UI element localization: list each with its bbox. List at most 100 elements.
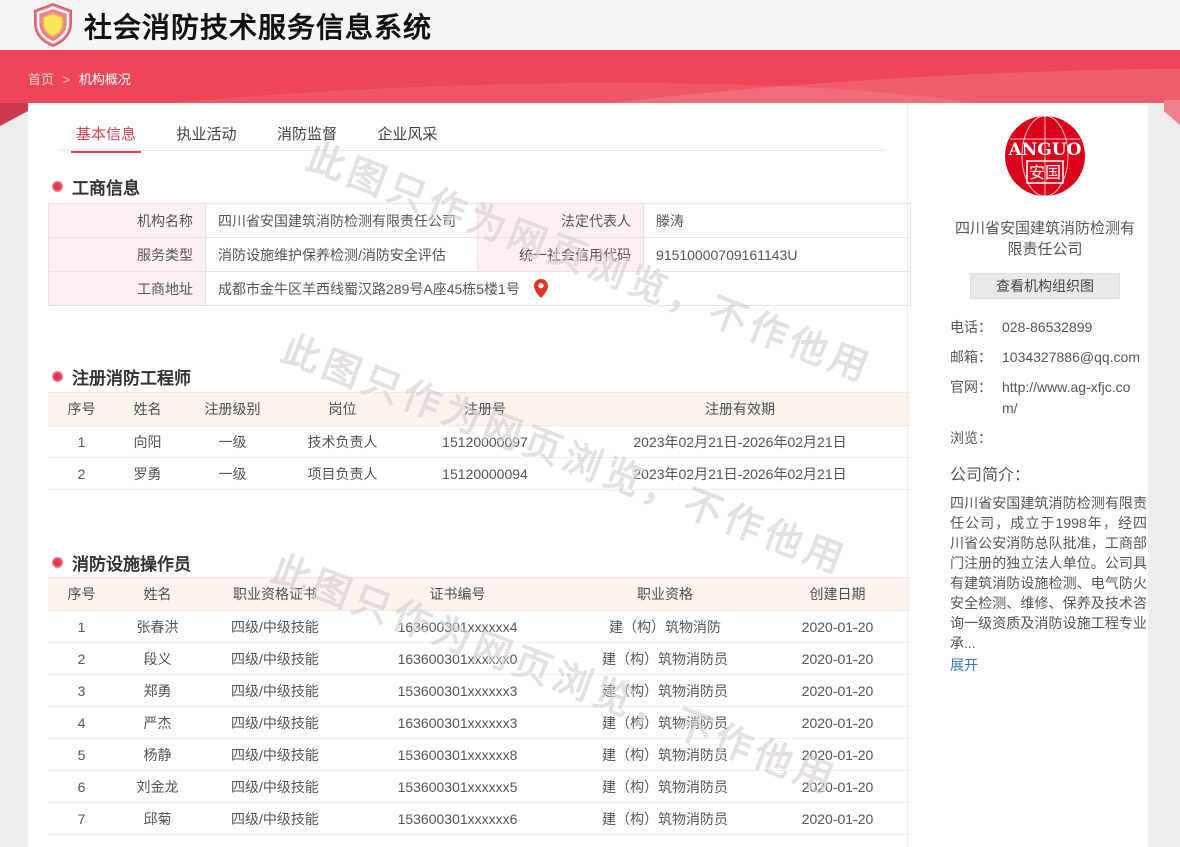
cell-create-date: 2020-01-20 [765,739,910,771]
org-name-label: 机构名称 [49,204,206,238]
section-dot-icon [52,557,63,568]
phone-value: 028-86532899 [1002,317,1140,338]
expand-link[interactable]: 展开 [950,655,978,675]
breadcrumb-home-link[interactable]: 首页 [28,72,54,87]
cell-cert-no: 153600301xxxxxx8 [350,739,565,771]
section-engineers: 注册消防工程师 [52,365,191,387]
credit-code-value: 91510000709161143U [644,238,911,272]
content-card: 基本信息 执业活动 消防监督 企业风采 工商信息 机构名称 四川省安国建筑消防检… [28,103,1148,847]
cell-qualification: 建（构）筑物消防员 [565,643,765,675]
service-type-value: 消防设施维护保养检测/消防安全评估 [206,238,478,272]
col-create-date: 创建日期 [765,578,910,611]
table-row: 2 段义 四级/中级技能 163600301xxxxxx0 建（构）筑物消防员 … [48,643,910,675]
table-header-row: 序号 姓名 注册级别 岗位 注册号 注册有效期 [48,393,910,426]
section-operators: 消防设施操作员 [52,551,191,573]
table-row: 工商地址 成都市金牛区羊西线蜀汉路289号A座45栋5楼1号 [49,272,911,306]
col-validity: 注册有效期 [570,393,910,426]
cell-validity: 2023年02月21日-2026年02月21日 [570,458,910,490]
cell-validity: 2023年02月21日-2026年02月21日 [570,426,910,458]
section-title: 工商信息 [72,174,140,199]
email-label: 邮箱： [950,347,1002,368]
col-reg-no: 注册号 [400,393,570,426]
tab-practice-activity[interactable]: 执业活动 [171,113,241,153]
col-name: 姓名 [115,393,180,426]
table-row: 机构名称 四川省安国建筑消防检测有限责任公司 法定代表人 滕涛 [49,204,911,238]
cell-name: 杨静 [115,739,200,771]
phone-row: 电话： 028-86532899 [950,317,1140,338]
col-cert-level: 职业资格证书 [200,578,350,611]
sidebar-company-name: 四川省安国建筑消防检测有限责任公司 [950,218,1140,260]
breadcrumb: 首页 > 机构概况 [28,69,131,88]
banner-fold-right [1164,100,1180,125]
top-header: 社会消防技术服务信息系统 [0,0,1180,50]
cell-reg-level: 一级 [180,426,285,458]
cell-cert-no: 153600301xxxxxx5 [350,771,565,803]
org-name-value: 四川省安国建筑消防检测有限责任公司 [206,204,478,238]
cell-cert-no: 163600301xxxxxx3 [350,707,565,739]
cell-cert-level: 四级/中级技能 [200,611,350,643]
cell-cert-no: 163600301xxxxxx4 [350,611,565,643]
cell-reg-level: 一级 [180,458,285,490]
cell-name: 向阳 [115,426,180,458]
cell-qualification: 建（构）筑物消防员 [565,739,765,771]
cell-cert-level: 四级/中级技能 [200,803,350,835]
cell-seq: 7 [48,803,115,835]
cell-cert-level: 四级/中级技能 [200,771,350,803]
banner-fold-left [0,103,28,126]
service-type-label: 服务类型 [49,238,206,272]
col-position: 岗位 [285,393,400,426]
views-value [1002,428,1140,449]
cell-qualification: 建（构）筑物消防 [565,611,765,643]
cell-qualification: 建（构）筑物消防员 [565,707,765,739]
cell-qualification: 建（构）筑物消防员 [565,803,765,835]
cell-name: 张春洪 [115,611,200,643]
cell-name: 严杰 [115,707,200,739]
cell-seq: 1 [48,611,115,643]
col-seq: 序号 [48,393,115,426]
cell-seq: 6 [48,771,115,803]
view-org-chart-button[interactable]: 查看机构组织图 [970,273,1120,299]
section-title: 消防设施操作员 [72,550,191,575]
table-row: 4 严杰 四级/中级技能 163600301xxxxxx3 建（构）筑物消防员 … [48,707,910,739]
address-value-cell: 成都市金牛区羊西线蜀汉路289号A座45栋5楼1号 [206,272,911,306]
cell-cert-level: 四级/中级技能 [200,643,350,675]
table-row: 5 杨静 四级/中级技能 153600301xxxxxx8 建（构）筑物消防员 … [48,739,910,771]
email-row: 邮箱： 1034327886@qq.com [950,347,1140,368]
company-profile-text: 四川省安国建筑消防检测有限责任公司，成立于1998年，经四川省公安消防总队批准，… [950,493,1147,653]
cell-create-date: 2020-01-20 [765,707,910,739]
logo-text-en: ANGUO [1008,140,1082,160]
business-info-table: 机构名称 四川省安国建筑消防检测有限责任公司 法定代表人 滕涛 服务类型 消防设… [48,203,911,306]
cell-seq: 3 [48,675,115,707]
cell-create-date: 2020-01-20 [765,803,910,835]
logo-text-cn: 安国 [1029,164,1061,182]
legal-rep-value: 滕涛 [644,204,911,238]
company-profile-title: 公司简介： [950,461,1140,485]
section-dot-icon [52,371,63,382]
cell-reg-no: 15120000097 [400,426,570,458]
map-pin-icon[interactable] [534,279,548,298]
table-row: 2 罗勇 一级 项目负责人 15120000094 2023年02月21日-20… [48,458,910,490]
views-row: 浏览： [950,428,1140,449]
cell-name: 刘金龙 [115,771,200,803]
site-title: 社会消防技术服务信息系统 [84,6,432,46]
sidebar: ANGUO 安国 四川省安国建筑消防检测有限责任公司 查看机构组织图 电话： 0… [908,103,1148,847]
cell-position: 技术负责人 [285,426,400,458]
tab-company-showcase[interactable]: 企业风采 [372,113,442,153]
cell-qualification: 建（构）筑物消防员 [565,771,765,803]
anguo-company-logo: ANGUO 安国 [1004,115,1086,197]
cell-name: 郑勇 [115,675,200,707]
col-cert-no: 证书编号 [350,578,565,611]
cell-qualification: 建（构）筑物消防员 [565,675,765,707]
cell-create-date: 2020-01-20 [765,643,910,675]
operators-table: 序号 姓名 职业资格证书 证书编号 职业资格 创建日期 1 张春洪 四级/中级技… [48,577,910,835]
tab-basic-info[interactable]: 基本信息 [71,113,141,153]
tab-fire-supervision[interactable]: 消防监督 [272,113,342,153]
section-title: 注册消防工程师 [72,364,191,389]
email-value: 1034327886@qq.com [1002,347,1140,368]
cell-cert-level: 四级/中级技能 [200,675,350,707]
address-label: 工商地址 [49,272,206,306]
sidebar-contacts: 电话： 028-86532899 邮箱： 1034327886@qq.com 官… [950,317,1140,449]
views-label: 浏览： [950,428,1002,449]
credit-code-label: 统一社会信用代码 [478,238,644,272]
cell-cert-no: 163600301xxxxxx0 [350,643,565,675]
